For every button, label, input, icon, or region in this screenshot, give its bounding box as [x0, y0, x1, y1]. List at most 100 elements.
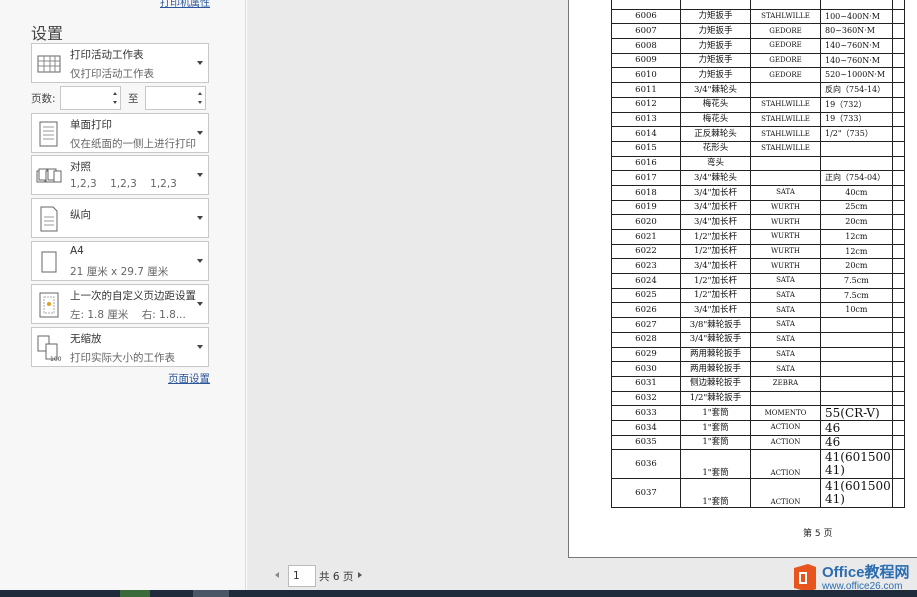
row-name-cell: 3/4"棘轮头	[680, 82, 751, 98]
row-id-cell: 6036	[611, 449, 681, 480]
row-brand-cell: GEDORE	[750, 67, 821, 84]
row-brand-cell: GEDORE	[750, 52, 821, 69]
row-spec-cell: 40cm	[820, 184, 893, 201]
row-spec-cell: 46	[820, 419, 893, 436]
row-spec-cell: 7.5cm	[820, 273, 893, 289]
spin-down-icon[interactable]	[113, 101, 117, 104]
row-spec-cell: 520~1000N·M	[820, 67, 893, 84]
row-spec-cell: 10cm	[820, 302, 893, 319]
chevron-down-icon	[197, 345, 203, 349]
row-spec-cell: 12cm	[820, 229, 893, 245]
table-row: 6013 梅花头 STAHLWILLE 19（733）	[611, 111, 905, 128]
portrait-page-icon	[36, 205, 62, 233]
single-side-page-icon	[36, 120, 62, 148]
svg-text:100: 100	[50, 356, 62, 362]
row-id-cell: 6026	[611, 302, 681, 319]
table-row: 6016 弯头	[611, 155, 905, 172]
row-brand-cell	[750, 155, 821, 172]
row-brand-cell: ZEBRA	[750, 375, 821, 392]
page-setup-link[interactable]: 页面设置	[168, 371, 210, 386]
margins-dropdown[interactable]: 上一次的自定义页边距设置 左: 1.8 厘米 右: 1.8...	[31, 284, 209, 324]
table-row: 6032 1/2"棘轮扳手	[611, 390, 905, 407]
pages-label: 页数:	[31, 93, 56, 105]
taskbar-item[interactable]	[193, 590, 229, 597]
sides-dropdown[interactable]: 单面打印 仅在纸面的一侧上进行打印	[31, 113, 209, 153]
next-page-icon[interactable]	[358, 572, 362, 578]
row-extra-cell	[891, 0, 905, 10]
settings-title: 设置	[31, 24, 64, 43]
row-id-cell: 6033	[611, 405, 681, 421]
scaling-dropdown[interactable]: 100 无缩放 打印实际大小的工作表	[31, 327, 209, 367]
chevron-down-icon	[197, 131, 203, 135]
table-row: 6017 3/4"棘轮头 正向（754-04）	[611, 170, 905, 186]
row-extra-cell	[891, 8, 905, 25]
chevron-down-icon	[197, 216, 203, 220]
collate-dropdown[interactable]: 对照 1,2,3 1,2,3 1,2,3	[31, 155, 209, 195]
row-brand-cell: SATA	[750, 361, 821, 377]
row-brand-cell: WURTH	[750, 229, 821, 245]
pages-to-input[interactable]	[145, 86, 206, 110]
row-id-cell: 6008	[611, 38, 681, 54]
table-row: 6011 3/4"棘轮头 反向（754-14）	[611, 82, 905, 98]
row-brand-cell: SATA	[750, 346, 821, 363]
print-what-dropdown[interactable]: 打印活动工作表 仅打印活动工作表	[31, 43, 209, 83]
row-id-cell: 6023	[611, 258, 681, 275]
row-spec-cell	[820, 140, 893, 157]
spin-up-icon[interactable]	[113, 92, 117, 95]
row-spec-cell	[820, 155, 893, 172]
spin-down-icon[interactable]	[198, 101, 202, 104]
row-name-cell: 3/4"加长杆	[680, 302, 751, 319]
taskbar-item[interactable]	[120, 590, 150, 597]
row-extra-cell	[891, 302, 905, 319]
orientation-dropdown[interactable]: 纵向	[31, 198, 209, 238]
row-name-cell: 1"套筒	[680, 419, 751, 436]
table-row: 6027 3/8"棘轮扳手 SATA	[611, 317, 905, 333]
printer-properties-link[interactable]: 打印机属性	[160, 0, 210, 9]
row-spec-cell: 反向（754-14）	[820, 82, 893, 98]
row-name-cell: 3/4"加长杆	[680, 199, 751, 216]
row-extra-cell	[891, 184, 905, 201]
row-id-cell: 6022	[611, 243, 681, 260]
table-row: 6033 1"套筒 MOMENTO 55(CR-V)	[611, 405, 905, 421]
row-name-cell: 1"套筒	[680, 478, 751, 509]
row-name-cell: 1/2"加长杆	[680, 229, 751, 245]
margins-label: 上一次的自定义页边距设置	[70, 290, 196, 302]
row-name-cell: 3/4"加长杆	[680, 258, 751, 275]
row-spec-cell: 140~760N·M	[820, 38, 893, 54]
previous-page-icon[interactable]	[275, 572, 279, 578]
row-extra-cell	[891, 434, 905, 451]
spin-up-icon[interactable]	[198, 92, 202, 95]
row-spec-cell	[820, 361, 893, 377]
row-spec-cell: 19（732）	[820, 96, 893, 113]
row-extra-cell	[891, 199, 905, 216]
row-name-cell: 力矩扳手	[680, 38, 751, 54]
row-name-cell: 3/4"加长杆	[680, 184, 751, 201]
row-spec-cell: 7.5cm	[820, 287, 893, 304]
row-spec-cell	[820, 317, 893, 333]
row-spec-cell: 20cm	[820, 258, 893, 275]
table-row: 6009 力矩扳手 GEDORE 140~760N·M	[611, 52, 905, 69]
row-brand-cell: WURTH	[750, 258, 821, 275]
row-extra-cell	[891, 155, 905, 172]
sides-label: 单面打印	[70, 119, 112, 131]
row-name-cell: 力矩扳手	[680, 8, 751, 25]
table-row: 6007 力矩扳手 GEDORE 80~360N·M	[611, 23, 905, 40]
paper-size-dropdown[interactable]: A4 21 厘米 x 29.7 厘米	[31, 241, 209, 281]
current-page-input[interactable]: 1	[288, 565, 316, 587]
row-id-cell: 6031	[611, 375, 681, 392]
preview-table: 6006 力矩扳手 STAHLWILLE 100~400N·M 6007 力矩扳手 GEDO…	[611, 0, 905, 509]
row-extra-cell	[891, 170, 905, 186]
pages-from-input[interactable]	[60, 86, 121, 110]
row-id-cell: 6019	[611, 199, 681, 216]
no-scaling-icon: 100	[36, 334, 62, 363]
table-row: 6021 1/2"加长杆 WURTH 12cm	[611, 229, 905, 245]
scaling-sub: 打印实际大小的工作表	[70, 352, 175, 364]
row-extra-cell	[891, 214, 905, 230]
row-brand-cell: ACTION	[750, 419, 821, 436]
row-extra-cell	[891, 23, 905, 40]
row-name-cell: 1/2"棘轮扳手	[680, 390, 751, 407]
row-extra-cell	[891, 111, 905, 128]
chevron-down-icon	[197, 302, 203, 306]
row-id-cell: 6029	[611, 346, 681, 363]
table-row: 6029 两用棘轮扳手 SATA	[611, 346, 905, 363]
